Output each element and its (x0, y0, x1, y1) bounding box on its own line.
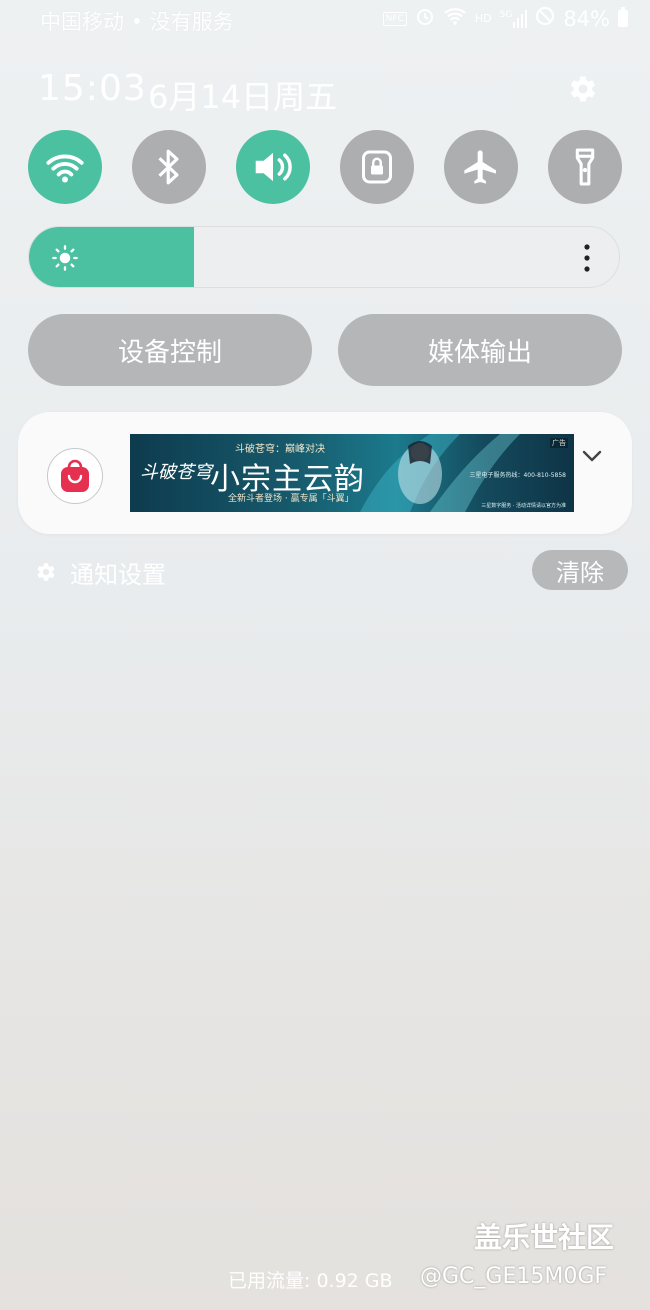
ad-tag: 广告 (550, 438, 568, 448)
status-bar: 中国移动 • 没有服务 NFC HD 5G 84% (0, 0, 650, 40)
airplane-mode-toggle[interactable] (444, 130, 518, 204)
watermark-user: @GC_GE15M0GF (420, 1264, 608, 1289)
settings-button[interactable] (566, 72, 602, 108)
wifi-icon (443, 6, 467, 31)
dnd-icon (535, 6, 555, 31)
airplane-icon (464, 150, 496, 184)
sound-toggle[interactable] (236, 130, 310, 204)
notification-settings-link[interactable]: 通知设置 (34, 556, 166, 589)
bluetooth-icon (158, 149, 179, 185)
sun-icon (51, 244, 79, 276)
alarm-icon (415, 6, 435, 31)
media-output-button[interactable]: 媒体输出 (338, 314, 622, 386)
ad-banner[interactable]: 斗破苍穹 斗破苍穹：巅峰对决 小宗主云韵 全新斗者登场 · 赢专属「斗翼」 广告… (130, 434, 574, 512)
brightness-slider[interactable] (28, 226, 620, 288)
gear-icon (37, 563, 55, 581)
status-icons: NFC HD 5G 84% (382, 6, 628, 31)
signal-5g-icon: 5G (499, 9, 528, 28)
flashlight-toggle[interactable] (548, 130, 622, 204)
ad-fine-print: 三星数字服务 · 活动详情请以官方为准 (481, 503, 566, 509)
chevron-down-icon (582, 450, 602, 462)
clear-button[interactable]: 清除 (532, 550, 628, 590)
notification-card[interactable]: 斗破苍穹 斗破苍穹：巅峰对决 小宗主云韵 全新斗者登场 · 赢专属「斗翼」 广告… (18, 412, 632, 534)
nfc-icon: NFC (382, 11, 407, 26)
bluetooth-toggle[interactable] (132, 130, 206, 204)
ad-hotline: 三星电子服务热线：400-810-5858 (469, 472, 566, 479)
more-options-icon[interactable] (583, 243, 591, 277)
battery-icon (618, 7, 628, 27)
speaker-icon (255, 152, 292, 182)
notification-settings-label: 通知设置 (70, 560, 166, 589)
ad-tagline: 斗破苍穹：巅峰对决 (235, 444, 325, 455)
clock: 15:03 (38, 68, 147, 109)
hd-icon: HD (474, 12, 492, 25)
gear-icon (570, 76, 596, 102)
expand-button[interactable] (580, 448, 606, 468)
date: 6月14日周五 (148, 78, 338, 116)
device-control-button[interactable]: 设备控制 (28, 314, 312, 386)
quick-settings-row (28, 130, 622, 204)
carrier-label: 中国移动 • 没有服务 (40, 10, 234, 34)
battery-percent: 84% (563, 6, 610, 31)
watermark-site: 盖乐世社区 (474, 1221, 615, 1254)
app-icon (47, 448, 103, 504)
wifi-toggle[interactable] (28, 130, 102, 204)
lock-icon (362, 150, 392, 184)
ad-subtitle: 全新斗者登场 · 赢专属「斗翼」 (228, 494, 354, 504)
data-usage-label: 已用流量: 0.92 GB (228, 1270, 393, 1292)
flashlight-icon (575, 148, 595, 186)
ad-logo: 斗破苍穹 (140, 462, 212, 483)
wifi-icon (46, 154, 84, 183)
rotation-lock-toggle[interactable] (340, 130, 414, 204)
5g-label: 5G (499, 9, 513, 20)
shopping-bag-icon (61, 459, 89, 492)
